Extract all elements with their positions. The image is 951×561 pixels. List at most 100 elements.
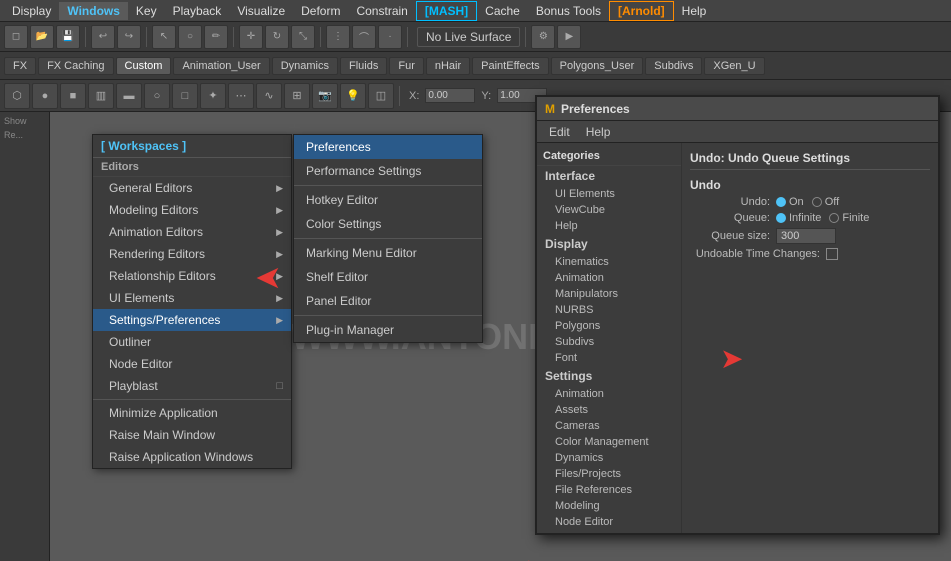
cat-file-references[interactable]: File References (537, 482, 681, 498)
tab-nhair[interactable]: nHair (426, 57, 470, 75)
cat-subdivs[interactable]: Subdivs (537, 334, 681, 350)
cat-kinematics[interactable]: Kinematics (537, 254, 681, 270)
menu-constrain[interactable]: Constrain (348, 2, 415, 20)
tab-painteffects[interactable]: PaintEffects (472, 57, 549, 75)
cat-manipulators[interactable]: Manipulators (537, 286, 681, 302)
menu-cache[interactable]: Cache (477, 2, 528, 20)
icon-select-obj[interactable]: ⬡ (4, 83, 30, 109)
cat-color-management[interactable]: Color Management (537, 434, 681, 450)
toolbar-render-settings[interactable]: ⚙ (531, 25, 555, 49)
submenu-marking-menu-editor[interactable]: Marking Menu Editor (294, 241, 482, 265)
submenu-shelf-editor[interactable]: Shelf Editor (294, 265, 482, 289)
queue-size-input[interactable] (776, 228, 836, 244)
menu-relationship-editors[interactable]: Relationship Editors (93, 265, 291, 287)
tab-dynamics[interactable]: Dynamics (272, 57, 338, 75)
menu-deform[interactable]: Deform (293, 2, 348, 20)
toolbar-snap-grid[interactable]: ⋮ (326, 25, 350, 49)
submenu-plugin-manager[interactable]: Plug-in Manager (294, 318, 482, 342)
cat-display[interactable]: Display (537, 234, 681, 254)
menu-visualize[interactable]: Visualize (229, 2, 293, 20)
menu-rendering-editors[interactable]: Rendering Editors (93, 243, 291, 265)
menu-node-editor[interactable]: Node Editor (93, 353, 291, 375)
toolbar-select[interactable]: ↖ (152, 25, 176, 49)
icon-cluster[interactable]: ∿ (256, 83, 282, 109)
tab-fx[interactable]: FX (4, 57, 36, 75)
cat-cameras[interactable]: Cameras (537, 418, 681, 434)
icon-lattice[interactable]: ⊞ (284, 83, 310, 109)
menu-minimize[interactable]: Minimize Application (93, 402, 291, 424)
icon-ik[interactable]: ⋯ (228, 83, 254, 109)
toolbar-new[interactable]: ◻ (4, 25, 28, 49)
submenu-color-settings[interactable]: Color Settings (294, 212, 482, 236)
toolbar-lasso[interactable]: ○ (178, 25, 202, 49)
transform-x-input[interactable] (425, 88, 475, 103)
submenu-preferences[interactable]: Preferences (294, 135, 482, 159)
menu-mash[interactable]: [MASH] (416, 1, 477, 21)
icon-nurbs-sphere[interactable]: ○ (144, 83, 170, 109)
cat-settings[interactable]: Settings (537, 366, 681, 386)
menu-playback[interactable]: Playback (165, 2, 230, 20)
submenu-panel-editor[interactable]: Panel Editor (294, 289, 482, 313)
submenu-performance-settings[interactable]: Performance Settings (294, 159, 482, 183)
cat-help[interactable]: Help (537, 218, 681, 234)
icon-joint[interactable]: ✦ (200, 83, 226, 109)
cat-font[interactable]: Font (537, 350, 681, 366)
toolbar-snap-point[interactable]: · (378, 25, 402, 49)
toolbar-redo[interactable]: ↪ (117, 25, 141, 49)
toolbar-paint[interactable]: ✏ (204, 25, 228, 49)
menu-display[interactable]: Display (4, 2, 59, 20)
menu-arnold[interactable]: [Arnold] (609, 1, 674, 21)
cat-files-projects[interactable]: Files/Projects (537, 466, 681, 482)
icon-area-light[interactable]: ◫ (368, 83, 394, 109)
icon-poly-cyl[interactable]: ▥ (88, 83, 114, 109)
icon-nurbs-cube[interactable]: □ (172, 83, 198, 109)
icon-camera[interactable]: 📷 (312, 83, 338, 109)
undoable-checkbox[interactable] (826, 248, 838, 260)
menu-raise-main[interactable]: Raise Main Window (93, 424, 291, 446)
windows-menu[interactable]: [ Workspaces ] Editors General Editors M… (92, 134, 292, 469)
tab-fx-caching[interactable]: FX Caching (38, 57, 113, 75)
icon-poly-plane[interactable]: ▬ (116, 83, 142, 109)
menu-windows[interactable]: Windows (59, 2, 128, 20)
menu-general-editors[interactable]: General Editors (93, 177, 291, 199)
undo-on-radio[interactable]: On (776, 196, 804, 208)
toolbar-undo[interactable]: ↩ (91, 25, 115, 49)
toolbar-save[interactable]: 💾 (56, 25, 80, 49)
undo-off-radio[interactable]: Off (812, 196, 839, 208)
cat-settings-animation[interactable]: Animation (537, 386, 681, 402)
tab-subdivs[interactable]: Subdivs (645, 57, 702, 75)
cat-modeling[interactable]: Modeling (537, 498, 681, 514)
toolbar-move[interactable]: ✛ (239, 25, 263, 49)
queue-infinite-radio[interactable]: Infinite (776, 212, 821, 224)
tab-polygons-user[interactable]: Polygons_User (551, 57, 644, 75)
toolbar-open[interactable]: 📂 (30, 25, 54, 49)
tab-animation-user[interactable]: Animation_User (173, 57, 269, 75)
toolbar-scale[interactable]: ⤡ (291, 25, 315, 49)
cat-polygons[interactable]: Polygons (537, 318, 681, 334)
icon-poly-sphere[interactable]: ● (32, 83, 58, 109)
cat-node-editor[interactable]: Node Editor (537, 514, 681, 530)
dialog-menu-edit[interactable]: Edit (541, 123, 578, 141)
menu-settings-preferences[interactable]: Settings/Preferences (93, 309, 291, 331)
tab-custom[interactable]: Custom (116, 57, 172, 75)
cat-nurbs[interactable]: NURBS (537, 302, 681, 318)
toolbar-render[interactable]: ▶ (557, 25, 581, 49)
menu-outliner[interactable]: Outliner (93, 331, 291, 353)
menu-playblast[interactable]: Playblast □ (93, 375, 291, 397)
settings-submenu[interactable]: Preferences Performance Settings Hotkey … (293, 134, 483, 343)
tab-fluids[interactable]: Fluids (340, 57, 387, 75)
toolbar-rotate[interactable]: ↻ (265, 25, 289, 49)
cat-ui-elements[interactable]: UI Elements (537, 186, 681, 202)
cat-interface[interactable]: Interface (537, 166, 681, 186)
menu-raise-app[interactable]: Raise Application Windows (93, 446, 291, 468)
menu-ui-elements[interactable]: UI Elements (93, 287, 291, 309)
menu-help[interactable]: Help (674, 2, 715, 20)
no-live-surface-btn[interactable]: No Live Surface (417, 27, 520, 47)
toolbar-snap-curve[interactable]: ⌒ (352, 25, 376, 49)
menu-modeling-editors[interactable]: Modeling Editors (93, 199, 291, 221)
menu-animation-editors[interactable]: Animation Editors (93, 221, 291, 243)
cat-assets[interactable]: Assets (537, 402, 681, 418)
cat-viewcube[interactable]: ViewCube (537, 202, 681, 218)
menu-bonus-tools[interactable]: Bonus Tools (528, 2, 609, 20)
dialog-menu-help[interactable]: Help (578, 123, 619, 141)
